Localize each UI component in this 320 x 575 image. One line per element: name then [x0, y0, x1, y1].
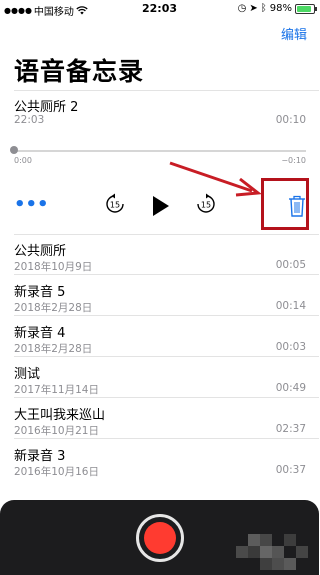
bluetooth-icon: ᛒ — [260, 3, 267, 14]
record-button[interactable] — [136, 514, 184, 562]
list-item[interactable]: 测试 2017年11月14日 00:49 — [0, 357, 319, 398]
svg-text:15: 15 — [110, 201, 120, 210]
recording-duration: 00:14 — [275, 300, 306, 312]
record-bar — [0, 500, 319, 575]
scrubber-thumb[interactable] — [10, 146, 18, 154]
skip-back-15-icon[interactable]: 15 — [103, 192, 127, 216]
list-item[interactable]: 新录音 3 2016年10月16日 00:37 — [0, 439, 319, 480]
recording-date: 2018年10月9日 — [14, 261, 93, 273]
active-recording-duration: 00:10 — [275, 114, 306, 126]
edit-button[interactable]: 编辑 — [281, 24, 307, 43]
list-item[interactable]: 大王叫我来巡山 2016年10月21日 02:37 — [0, 398, 319, 439]
recording-name: 新录音 4 — [14, 326, 66, 341]
recording-date: 2018年2月28日 — [14, 302, 93, 314]
record-icon — [144, 522, 176, 554]
active-recording-date: 22:03 — [14, 114, 45, 126]
svg-text:15: 15 — [201, 201, 211, 210]
recording-duration: 00:37 — [275, 464, 306, 476]
recording-name: 新录音 3 — [14, 449, 66, 464]
remaining-time: −0:10 — [281, 156, 306, 165]
recording-date: 2016年10月16日 — [14, 466, 99, 478]
recording-date: 2018年2月28日 — [14, 343, 93, 355]
trash-icon[interactable] — [287, 194, 307, 218]
elapsed-time: 0:00 — [14, 156, 32, 165]
annotation-arrow — [169, 161, 262, 197]
mosaic-overlay — [236, 534, 308, 570]
scrubber-track[interactable] — [14, 150, 306, 152]
list-item[interactable]: 公共厕所 2018年10月9日 00:05 — [0, 234, 319, 275]
recording-name: 大王叫我来巡山 — [14, 408, 106, 423]
recording-name: 公共厕所 — [14, 244, 67, 259]
status-right: ◷ ➤ ᛒ 98% — [237, 3, 317, 14]
recording-duration: 00:05 — [275, 259, 306, 271]
recording-name: 测试 — [14, 367, 41, 382]
recording-duration: 02:37 — [275, 423, 306, 435]
recording-date: 2017年11月14日 — [14, 384, 99, 396]
more-icon[interactable]: ••• — [14, 196, 49, 214]
recording-date: 2016年10月21日 — [14, 425, 99, 437]
recordings-list: 公共厕所 2018年10月9日 00:05 新录音 5 2018年2月28日 0… — [0, 234, 319, 480]
alarm-icon: ◷ — [237, 3, 247, 14]
location-icon: ➤ — [249, 3, 258, 14]
page-title: 语音备忘录 — [14, 57, 145, 86]
recording-name: 新录音 5 — [14, 285, 66, 300]
battery-icon — [295, 3, 317, 14]
recording-duration: 00:03 — [275, 341, 306, 353]
active-recording-name: 公共厕所 2 — [14, 100, 79, 115]
list-item[interactable]: 新录音 4 2018年2月28日 00:03 — [0, 316, 319, 357]
header-divider — [14, 90, 319, 91]
status-bar: ●●●● 中国移动 22:03 ◷ ➤ ᛒ 98% — [0, 0, 319, 18]
list-item[interactable]: 新录音 5 2018年2月28日 00:14 — [0, 275, 319, 316]
recording-duration: 00:49 — [275, 382, 306, 394]
battery-label: 98% — [269, 3, 292, 14]
